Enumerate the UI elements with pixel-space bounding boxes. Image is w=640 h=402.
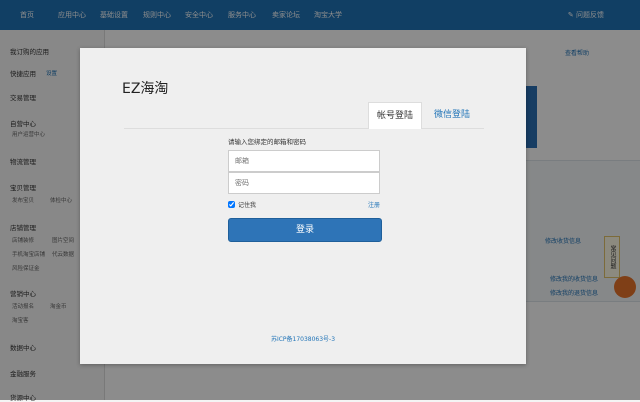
email-field[interactable]	[228, 150, 380, 172]
tab-account-login[interactable]: 帐号登陆	[368, 102, 423, 129]
remember-label: 记住我	[238, 202, 257, 209]
login-tabs: 帐号登陆 微信登陆	[124, 100, 484, 129]
login-modal: EZ海淘 帐号登陆 微信登陆 请输入您绑定的邮箱和密码 记住我 注册 登录 苏I…	[80, 48, 526, 364]
login-button[interactable]: 登录	[228, 218, 382, 242]
register-link[interactable]: 注册	[368, 200, 380, 209]
login-form: 请输入您绑定的邮箱和密码 记住我 注册 登录	[228, 136, 382, 242]
remember-me[interactable]: 记住我	[228, 200, 256, 209]
login-prompt: 请输入您绑定的邮箱和密码	[228, 138, 306, 146]
brand-title: EZ海淘	[122, 81, 169, 97]
password-field[interactable]	[228, 172, 380, 194]
remember-checkbox[interactable]	[228, 201, 235, 208]
icp-link[interactable]: 苏ICP备17038063号-3	[80, 334, 526, 343]
tab-wechat-login[interactable]: 微信登陆	[426, 102, 478, 128]
